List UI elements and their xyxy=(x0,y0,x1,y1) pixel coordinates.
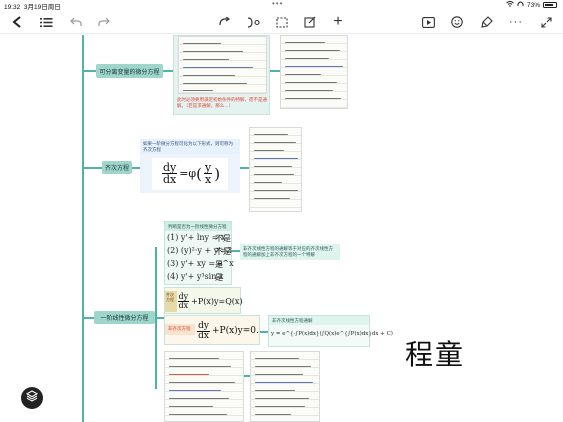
topic-homogeneous-equation[interactable]: 齐次方程 xyxy=(102,161,132,174)
branch-line-3 xyxy=(84,317,94,319)
general-solution-header: 非齐次线性方程通解 xyxy=(269,316,369,325)
branch-line-2b xyxy=(132,167,140,169)
branch-line-3d xyxy=(260,331,268,333)
topic1-photo-2[interactable] xyxy=(280,35,348,109)
main-branch-line xyxy=(82,35,84,422)
relation-icon xyxy=(247,16,260,28)
topic3-handwritten-photo-2[interactable] xyxy=(250,351,320,422)
check-answer-3: 是 xyxy=(215,260,223,269)
expand-icon xyxy=(540,16,552,28)
brush-icon xyxy=(481,16,493,28)
summary-button[interactable] xyxy=(274,13,290,31)
topic1-red-note: 此时必须要用满足初始条件的特解，而不是通解。（若是求通解，那么…） xyxy=(177,97,267,108)
homogeneous-formula: dy dx =φ( yx ) xyxy=(140,154,240,193)
battery-percent: 73% xyxy=(526,1,540,9)
branch-line-1 xyxy=(84,70,96,72)
dashed-box-icon xyxy=(276,16,288,28)
branch-line-1b xyxy=(163,70,173,72)
topic-first-order-linear[interactable]: 一阶线性微分方程 xyxy=(94,311,155,324)
status-bar: 19:32 3月19日周日 ••• 73% xyxy=(0,0,563,11)
general-solution-card[interactable]: 非齐次线性方程通解 y = e^{-∫P(x)dx}(∫Q(x)e^{∫P(x)… xyxy=(268,315,393,347)
back-button[interactable] xyxy=(10,13,24,31)
linear-homog-card[interactable]: 非齐次方程 dy dx +P(x)y=0. xyxy=(164,315,260,345)
add-button[interactable]: + xyxy=(330,13,346,31)
mindmap-canvas[interactable]: 可分离变量的微分方程 此时必须要用满足初始条件的特解，而不是通解。（若是求通解，… xyxy=(0,35,563,422)
note-button[interactable] xyxy=(302,13,318,31)
topic2-handwritten-photo[interactable] xyxy=(249,127,302,212)
multitask-dots[interactable]: ••• xyxy=(272,0,283,8)
battery-icon xyxy=(543,2,557,8)
present-button[interactable] xyxy=(420,13,436,31)
emoji-button[interactable] xyxy=(449,13,465,31)
linear-check-header: 判断是否为一阶线性微分方程 xyxy=(165,222,231,231)
format-button[interactable] xyxy=(479,13,495,31)
general-solution-formula: y = e^{-∫P(x)dx}(∫Q(x)e^{∫P(x)dx}dx + C) xyxy=(271,331,393,337)
smiley-icon xyxy=(451,16,463,28)
linear-homog-formula: dy dx +P(x)y=0. xyxy=(197,320,259,341)
linear-formula-tag: 齐次方程 xyxy=(165,291,177,312)
topic-separable-equation[interactable]: 可分离变量的微分方程 xyxy=(96,64,163,78)
linear-check-card[interactable]: 判断是否为一阶线性微分方程 (1) y'+ lny = x 不是 (2) (y)… xyxy=(164,221,234,285)
headphone-icon xyxy=(517,1,524,9)
topic1-card[interactable]: 此时必须要用满足初始条件的特解，而不是通解。（若是求通解，那么…） xyxy=(173,35,270,115)
rotate-icon xyxy=(218,16,231,28)
rotate-button[interactable] xyxy=(216,13,232,31)
linear-formula: dy dx +P(x)y=Q(x) xyxy=(177,292,243,310)
layers-icon xyxy=(25,389,39,407)
topic1-handwritten-photo[interactable] xyxy=(178,36,267,94)
redo-icon xyxy=(98,17,110,27)
edit-icon xyxy=(304,16,316,28)
layers-button[interactable] xyxy=(21,387,43,409)
branch-line-2 xyxy=(84,167,102,169)
linear-formula-card[interactable]: 齐次方程 dy dx +P(x)y=Q(x) xyxy=(164,287,243,314)
wifi-icon xyxy=(506,1,514,9)
check-answer-2: 不是 xyxy=(215,247,231,256)
linear-homog-tag: 非齐次方程 xyxy=(165,324,195,335)
more-button[interactable]: ··· xyxy=(508,13,524,31)
undo-icon xyxy=(70,17,82,27)
outline-button[interactable] xyxy=(38,13,54,31)
redo-button[interactable] xyxy=(96,13,112,31)
branch-line-2c xyxy=(240,167,249,169)
check-item-3: (3) y'+ xy = e^x xyxy=(167,259,234,268)
check-answer-1: 不是 xyxy=(215,234,231,243)
toolbar: + ··· xyxy=(0,10,563,34)
topic2-description: 如果一阶微分方程可化为以下形式，则可称为齐次方程 xyxy=(140,139,240,154)
check-answer-4: 是 xyxy=(215,273,223,282)
branch-line-3c xyxy=(232,250,240,252)
list-icon xyxy=(39,17,53,28)
fullscreen-button[interactable] xyxy=(538,13,554,31)
author-signature: 程童 xyxy=(405,338,466,371)
topic3-handwritten-photo-1[interactable] xyxy=(164,351,244,422)
status-right: 73% xyxy=(506,1,557,9)
linear-general-note: 非齐次线性方程的通解等于对应的齐次线性方程的通解加上非齐次方程的一个特解 xyxy=(240,244,340,260)
relation-button[interactable] xyxy=(245,13,261,31)
play-icon xyxy=(421,16,435,28)
undo-button[interactable] xyxy=(68,13,84,31)
branch-line-1c xyxy=(270,70,280,72)
homogeneous-formula-box: dy dx =φ( yx ) xyxy=(152,157,228,190)
branch-line-3b xyxy=(155,317,164,319)
